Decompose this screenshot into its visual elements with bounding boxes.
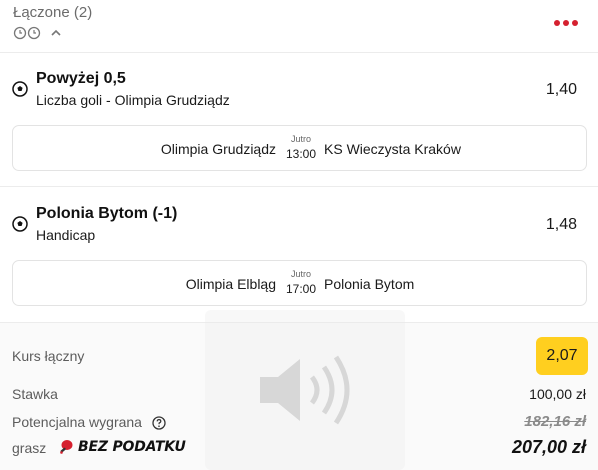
soccer-ball-icon	[12, 81, 28, 97]
match-card[interactable]: Olimpia Elbląg Jutro 17:00 Polonia Bytom	[12, 260, 587, 306]
match-hour: 13:00	[285, 147, 317, 161]
potential-win-value: 182,16 zł	[524, 413, 586, 430]
header-icons	[13, 26, 63, 40]
selection-odds: 1,40	[545, 81, 577, 98]
selection-title: Powyżej 0,5	[36, 70, 126, 87]
selection-title: Polonia Bytom (-1)	[36, 205, 178, 222]
selection-odds: 1,48	[545, 216, 577, 233]
away-team: Polonia Bytom	[324, 276, 415, 292]
match-day: Jutro	[290, 134, 311, 144]
clock-icon	[13, 26, 41, 40]
stake-value[interactable]: 100,00 zł	[529, 386, 586, 402]
away-team: KS Wieczysta Kraków	[324, 141, 461, 157]
final-win-value: 207,00 zł	[511, 437, 586, 457]
more-menu-icon[interactable]	[554, 15, 578, 31]
video-overlay	[205, 310, 405, 470]
home-team: Olimpia Grudziądz	[160, 141, 276, 157]
stake-label: Stawka	[12, 386, 58, 402]
bet-selection-2: Polonia Bytom (-1) Handicap 1,48 Olimpia…	[0, 188, 598, 322]
selection-market: Liczba goli - Olimpia Grudziądz	[36, 92, 230, 108]
soccer-ball-icon	[12, 216, 28, 232]
match-card[interactable]: Olimpia Grudziądz Jutro 13:00 KS Wieczys…	[12, 125, 587, 171]
betslip-header: Łączone (2)	[0, 0, 598, 53]
tax-free-label: BEZ PODATKU	[78, 439, 186, 455]
home-team: Olimpia Elbląg	[185, 276, 276, 292]
bet-selection-1: Powyżej 0,5 Liczba goli - Olimpia Grudzi…	[0, 54, 598, 187]
match-day: Jutro	[290, 269, 311, 279]
speaker-icon	[260, 355, 350, 425]
ping-pong-paddle-icon	[60, 440, 73, 454]
selection-market: Handicap	[36, 227, 96, 243]
total-odds-badge: 2,07	[536, 337, 588, 375]
total-odds-label: Kurs łączny	[12, 348, 85, 364]
potential-win-label: Potencjalna wygrana	[12, 414, 142, 430]
betslip-type-title: Łączone (2)	[13, 4, 93, 21]
potential-win-row: Potencjalna wygrana	[12, 414, 166, 430]
tax-free-badge: BEZ PODATKU	[58, 439, 186, 455]
chevron-up-icon[interactable]	[49, 26, 63, 40]
promo-prefix: grasz	[12, 440, 47, 456]
question-icon[interactable]	[152, 416, 166, 430]
match-hour: 17:00	[285, 282, 317, 296]
